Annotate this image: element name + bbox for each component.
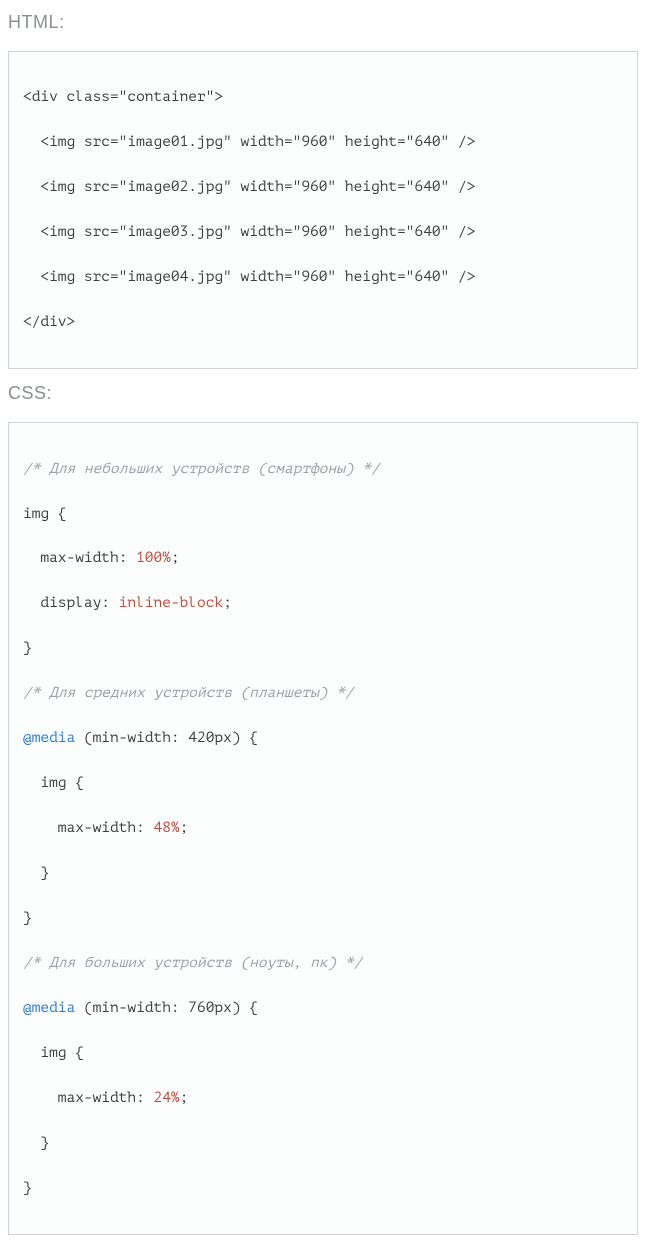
brace-open: { (49, 506, 66, 522)
space (75, 730, 84, 746)
section-heading-html: HTML: (8, 12, 638, 33)
css-value: 24% (154, 1090, 180, 1106)
code-block-html: <div class="container"> <img src="image0… (8, 51, 638, 369)
code-line: <img src="image04.jpg" width="960" heigh… (23, 266, 623, 288)
css-property: max-width (40, 550, 118, 566)
brace-open: { (241, 730, 258, 746)
at-rule: @media (23, 1000, 75, 1016)
code-line: /* Для средних устройств (планшеты) */ (23, 682, 623, 704)
code-line: } (23, 1177, 623, 1199)
code-line: max-width: 48%; (23, 817, 623, 839)
brace-close: } (40, 1135, 49, 1151)
section-heading-css: CSS: (8, 383, 638, 404)
colon: : (119, 550, 136, 566)
css-value: 100% (136, 550, 171, 566)
selector: img (40, 775, 66, 791)
code-line: max-width: 24%; (23, 1087, 623, 1109)
brace-close: } (40, 865, 49, 881)
brace-open: { (67, 775, 84, 791)
semicolon: ; (180, 1090, 189, 1106)
selector: img (40, 1045, 66, 1061)
css-property: display (40, 595, 101, 611)
brace-open: { (67, 1045, 84, 1061)
code-line: <img src="image02.jpg" width="960" heigh… (23, 176, 623, 198)
semicolon: ; (180, 820, 189, 836)
css-value: inline-block (119, 595, 223, 611)
selector: img (23, 506, 49, 522)
code-line: @media (min-width: 420px) { (23, 727, 623, 749)
space (75, 1000, 84, 1016)
code-line: max-width: 100%; (23, 547, 623, 569)
code-line: /* Для больших устройств (ноуты, пк) */ (23, 952, 623, 974)
comment: /* Для небольших устройств (смартфоны) *… (23, 461, 380, 477)
colon: : (136, 1090, 153, 1106)
code-line: display: inline-block; (23, 592, 623, 614)
code-line: img { (23, 503, 623, 525)
semicolon: ; (171, 550, 180, 566)
code-line: /* Для небольших устройств (смартфоны) *… (23, 458, 623, 480)
code-line: <div class="container"> (23, 86, 623, 108)
css-value: 48% (154, 820, 180, 836)
brace-close: } (23, 1180, 32, 1196)
code-line: img { (23, 1042, 623, 1064)
brace-open: { (241, 1000, 258, 1016)
css-property: max-width (58, 1090, 136, 1106)
at-rule: @media (23, 730, 75, 746)
colon: : (101, 595, 118, 611)
code-line: } (23, 1132, 623, 1154)
code-line: <img src="image01.jpg" width="960" heigh… (23, 131, 623, 153)
code-line: } (23, 862, 623, 884)
code-line: } (23, 637, 623, 659)
media-condition: (min-width: 760px) (84, 1000, 241, 1016)
semicolon: ; (223, 595, 232, 611)
comment: /* Для средних устройств (планшеты) */ (23, 685, 354, 701)
colon: : (136, 820, 153, 836)
code-line: @media (min-width: 760px) { (23, 997, 623, 1019)
code-line: </div> (23, 311, 623, 333)
code-line: <img src="image03.jpg" width="960" heigh… (23, 221, 623, 243)
code-block-css: /* Для небольших устройств (смартфоны) *… (8, 422, 638, 1234)
code-line: } (23, 907, 623, 929)
css-property: max-width (58, 820, 136, 836)
media-condition: (min-width: 420px) (84, 730, 241, 746)
brace-close: } (23, 640, 32, 656)
comment: /* Для больших устройств (ноуты, пк) */ (23, 955, 362, 971)
brace-close: } (23, 910, 32, 926)
code-line: img { (23, 772, 623, 794)
